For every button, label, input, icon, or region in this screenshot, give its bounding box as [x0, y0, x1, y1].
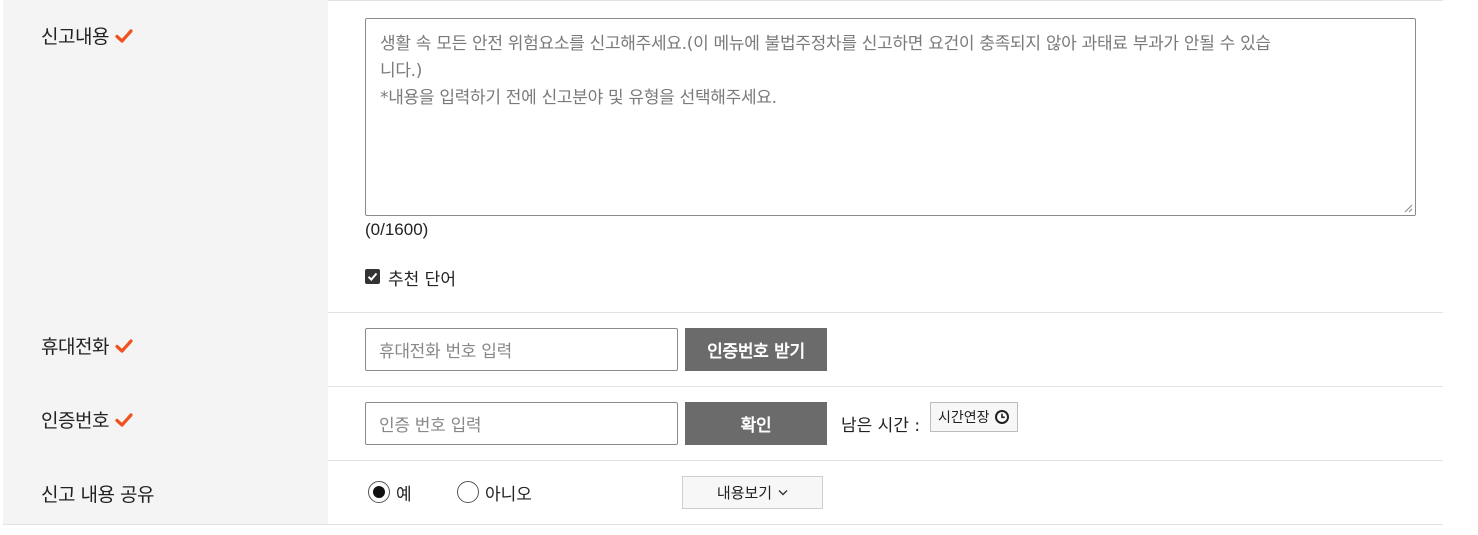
- resize-handle-icon[interactable]: [1403, 203, 1413, 213]
- label-cell: 신고내용: [3, 0, 328, 312]
- required-checkmark-icon: [115, 338, 133, 353]
- share-no-label[interactable]: 아니오: [485, 480, 532, 505]
- recommend-words-checkbox[interactable]: [365, 269, 380, 284]
- placeholder-text: 생활 속 모든 안전 위험요소를 신고해주세요.(이 메뉴에 불법주정차를 신고…: [380, 34, 1271, 54]
- view-content-label: 내용보기: [716, 484, 773, 502]
- label-text: 인증번호: [41, 410, 109, 432]
- label-text: 신고내용: [41, 26, 109, 48]
- extend-time-button[interactable]: 시간연장: [930, 402, 1018, 432]
- extend-time-label: 시간연장: [938, 410, 990, 426]
- phone-placeholder: 휴대전화 번호 입력: [379, 342, 512, 362]
- placeholder-hint: *내용을 입력하기 전에 신고분야 및 유형을 선택해주세요.: [380, 88, 777, 108]
- remaining-time-label: 남은 시간 :: [841, 416, 921, 436]
- label-text: 신고 내용 공유: [41, 484, 154, 506]
- phone-input[interactable]: 휴대전화 번호 입력: [365, 328, 678, 371]
- auth-code-placeholder: 인증 번호 입력: [379, 416, 482, 436]
- field-label-share: 신고 내용 공유: [41, 480, 154, 507]
- label-cell: 인증번호: [3, 386, 328, 460]
- placeholder-text: 니다.): [380, 61, 423, 81]
- request-code-button[interactable]: 인증번호 받기: [685, 328, 827, 371]
- label-cell: 휴대전화: [3, 312, 328, 386]
- field-label-auth: 인증번호: [41, 406, 133, 433]
- character-counter: (0/1600): [365, 220, 429, 239]
- radio-selected-dot: [373, 486, 385, 498]
- required-checkmark-icon: [115, 412, 133, 427]
- share-yes-label[interactable]: 예: [396, 480, 412, 505]
- label-text: 휴대전화: [41, 336, 109, 358]
- clock-icon: [994, 410, 1009, 424]
- chevron-down-icon: [778, 490, 788, 496]
- auth-code-input[interactable]: 인증 번호 입력: [365, 402, 678, 445]
- share-no-radio[interactable]: [457, 481, 479, 503]
- view-content-button[interactable]: 내용보기: [682, 476, 823, 509]
- required-checkmark-icon: [115, 28, 133, 43]
- confirm-button[interactable]: 확인: [685, 402, 827, 445]
- share-yes-radio[interactable]: [368, 481, 390, 503]
- field-label-content: 신고내용: [41, 22, 133, 49]
- recommend-words-label[interactable]: 추천 단어: [388, 265, 456, 290]
- label-cell: 신고 내용 공유: [3, 460, 328, 524]
- field-label-phone: 휴대전화: [41, 332, 133, 359]
- check-icon: [367, 272, 378, 281]
- content-textarea[interactable]: 생활 속 모든 안전 위험요소를 신고해주세요.(이 메뉴에 불법주정차를 신고…: [365, 18, 1416, 216]
